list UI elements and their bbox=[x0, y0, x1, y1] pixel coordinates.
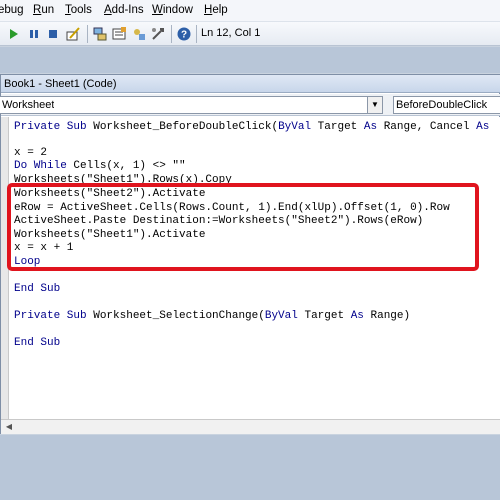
toolbar-separator bbox=[87, 25, 88, 43]
combo-bar: Worksheet ▼ BeforeDoubleClick bbox=[0, 94, 500, 116]
menu-bar: ebug Run Tools Add-Ins Window Help bbox=[0, 0, 500, 22]
procedure-combo-value: BeforeDoubleClick bbox=[396, 99, 488, 111]
highlight-annotation bbox=[7, 183, 479, 271]
menu-window[interactable]: Window bbox=[152, 4, 193, 16]
help-icon[interactable]: ? bbox=[176, 26, 192, 42]
code-line: End Sub bbox=[14, 283, 61, 295]
properties-icon[interactable] bbox=[111, 26, 127, 42]
toolbar-separator bbox=[171, 25, 172, 43]
scroll-left-icon[interactable]: ◀ bbox=[3, 422, 15, 432]
project-explorer-icon[interactable] bbox=[92, 26, 108, 42]
code-editor[interactable]: Private Sub Worksheet_BeforeDoubleClick(… bbox=[1, 117, 500, 419]
code-line: End Sub bbox=[14, 337, 61, 349]
design-mode-icon[interactable] bbox=[65, 26, 81, 42]
break-icon[interactable] bbox=[26, 26, 42, 42]
code-window: Book1 - Sheet1 (Code) Worksheet ▼ Before… bbox=[0, 74, 500, 434]
object-browser-icon[interactable] bbox=[131, 26, 147, 42]
code-window-title: Book1 - Sheet1 (Code) bbox=[4, 78, 117, 90]
standard-toolbar: ? Ln 12, Col 1 bbox=[0, 22, 500, 46]
run-icon[interactable] bbox=[6, 26, 22, 42]
menu-debug[interactable]: ebug bbox=[0, 4, 24, 16]
horizontal-scrollbar[interactable]: ◀ bbox=[1, 419, 500, 434]
cursor-position: Ln 12, Col 1 bbox=[201, 27, 261, 39]
code-window-titlebar[interactable]: Book1 - Sheet1 (Code) bbox=[1, 75, 500, 93]
code-line: Private Sub Worksheet_SelectionChange(By… bbox=[14, 310, 411, 322]
toolbox-icon[interactable] bbox=[150, 26, 166, 42]
code-line: Private Sub Worksheet_BeforeDoubleClick(… bbox=[14, 121, 490, 133]
workspace-background bbox=[0, 435, 500, 500]
code-line: x = 2 bbox=[14, 147, 48, 159]
menu-run[interactable]: Run bbox=[33, 4, 54, 16]
code-line: Do While Cells(x, 1) <> "" bbox=[14, 160, 186, 172]
menu-add-ins[interactable]: Add-Ins bbox=[104, 4, 144, 16]
toolbar-separator bbox=[196, 25, 197, 43]
code-line: Worksheets("Sheet1").Rows(x).Copy bbox=[14, 174, 232, 183]
object-combo[interactable]: Worksheet ▼ bbox=[0, 96, 383, 114]
object-combo-value: Worksheet bbox=[2, 99, 55, 111]
procedure-combo[interactable]: BeforeDoubleClick bbox=[393, 96, 500, 114]
workspace-background bbox=[0, 47, 500, 73]
chevron-down-icon[interactable]: ▼ bbox=[367, 97, 382, 113]
menu-tools[interactable]: Tools bbox=[65, 4, 92, 16]
svg-text:?: ? bbox=[181, 30, 187, 41]
reset-icon[interactable] bbox=[45, 26, 61, 42]
menu-help[interactable]: Help bbox=[204, 4, 228, 16]
